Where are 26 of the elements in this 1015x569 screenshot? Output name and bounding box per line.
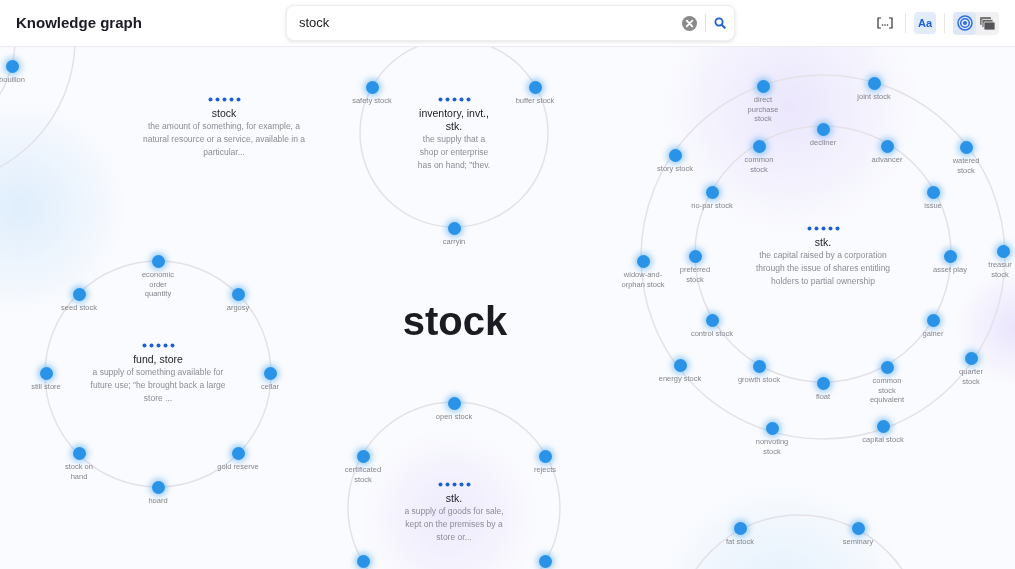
sense-definition: the supply that a shop or enterprise has on hand; "thev.: [416, 133, 492, 172]
graph-view-button[interactable]: [953, 11, 976, 35]
sense-definition: a supply of goods for sale, kept on the premises by a store or...: [403, 505, 505, 544]
sense-title: inventory, invt., stk.: [418, 107, 490, 133]
search-icon[interactable]: [714, 17, 726, 29]
expand-brackets-icon[interactable]: [877, 17, 893, 29]
target-icon: [956, 15, 973, 31]
sense-definition: the amount of something, for example, a natural resource or a service, available in a particular...: [141, 120, 307, 159]
dots-icon: [437, 482, 471, 487]
dots-icon: [437, 97, 471, 102]
app-title: Knowledge graph: [16, 12, 143, 33]
dots-icon: [141, 343, 175, 348]
dots-icon: [806, 226, 840, 231]
sense-definition: the capital raised by a corporation through the issue of shares entitling holders to partial ownership: [754, 249, 892, 288]
clear-icon[interactable]: [682, 15, 697, 31]
sense-title: fund, store: [133, 353, 183, 366]
stacked-cards-icon: [979, 15, 996, 31]
search-value: stock: [299, 14, 331, 33]
dots-icon: [207, 97, 241, 102]
query-term: stock: [401, 298, 509, 345]
sense-definition: a supply of something available for future use; "he brought back a large store ...: [90, 366, 226, 405]
sense-title: stock: [211, 107, 237, 120]
sense-title: stk.: [814, 236, 832, 249]
sense-title: stk.: [445, 492, 463, 505]
search-field[interactable]: stock: [286, 5, 735, 41]
text-size-button[interactable]: Aa: [914, 12, 936, 34]
